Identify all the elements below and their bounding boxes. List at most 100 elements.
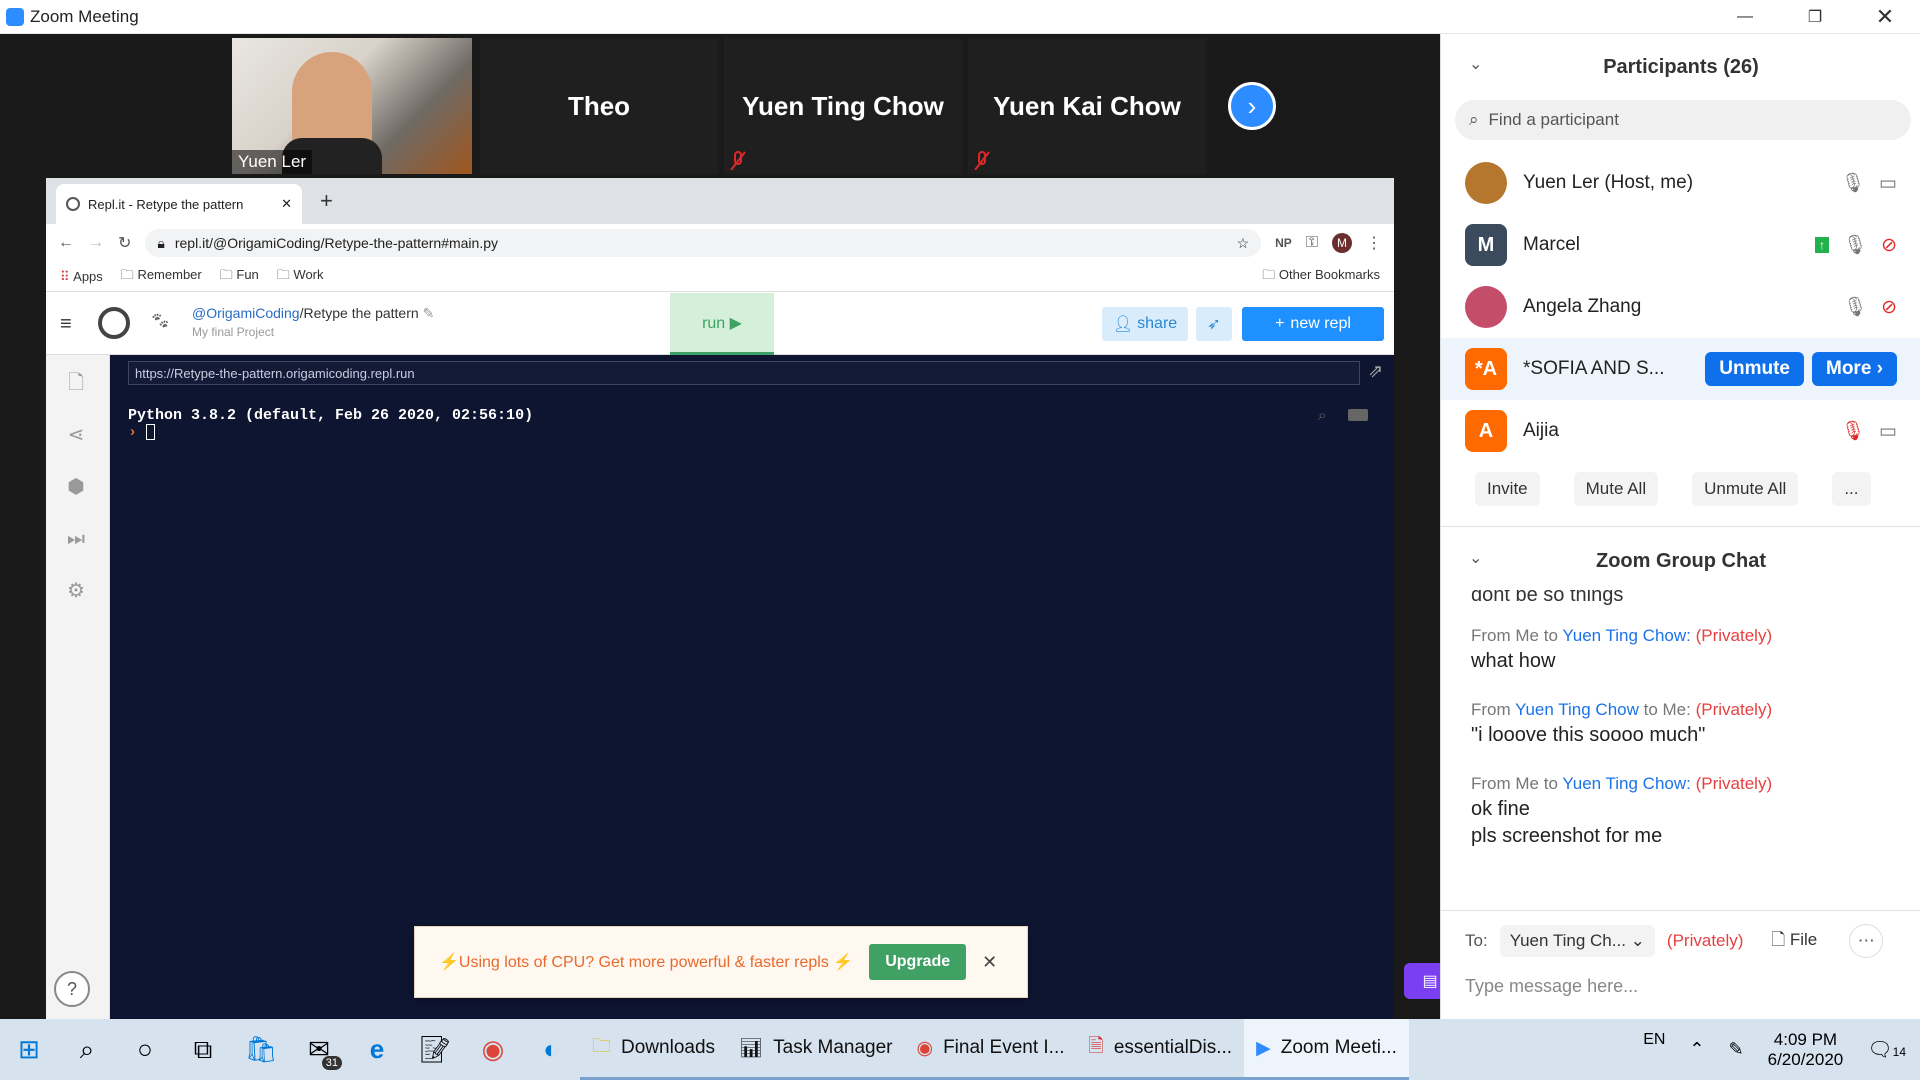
video-tile-yuen-kai-chow[interactable]: Yuen Kai Chow bbox=[968, 38, 1206, 174]
participant-row[interactable]: A Aijia 🎙︎ ▭ bbox=[1441, 400, 1920, 462]
participant-search[interactable]: ⌕ Find a participant bbox=[1455, 100, 1911, 140]
search-icon[interactable]: ⌕ bbox=[58, 1019, 116, 1080]
replit-logo-icon[interactable] bbox=[98, 307, 130, 339]
extension-np[interactable]: NP bbox=[1275, 236, 1292, 250]
rocket-button[interactable]: ➶ bbox=[1196, 307, 1232, 341]
close-banner-icon[interactable]: ✕ bbox=[982, 952, 997, 973]
tab-close-icon[interactable]: ✕ bbox=[281, 196, 292, 212]
address-bar[interactable]: 🔒︎ repl.it/@OrigamiCoding/Retype-the-pat… bbox=[145, 229, 1262, 257]
minimize-button[interactable]: — bbox=[1710, 0, 1780, 34]
close-button[interactable]: ✕ bbox=[1850, 0, 1920, 34]
console-url-field[interactable]: https://Retype-the-pattern.origamicoding… bbox=[128, 361, 1360, 385]
language-indicator[interactable]: EN bbox=[1643, 1031, 1665, 1049]
participant-row[interactable]: *A *SOFIA AND S... Unmute More › bbox=[1441, 338, 1920, 400]
bookmark-work[interactable]: 🗀 Work bbox=[277, 266, 324, 288]
bookmark-apps[interactable]: ⠿ Apps bbox=[60, 269, 103, 285]
mail-icon[interactable]: ✉ 31 bbox=[290, 1019, 348, 1080]
share-nodes-icon[interactable]: ⋖ bbox=[62, 421, 90, 449]
chevron-right-icon: › bbox=[1247, 90, 1257, 121]
video-icon[interactable]: ▭ bbox=[1879, 420, 1897, 443]
unmute-button[interactable]: Unmute bbox=[1705, 352, 1804, 386]
invite-button[interactable]: Invite bbox=[1475, 472, 1540, 506]
taskbar-pdf[interactable]: 🗎 essentialDis... bbox=[1076, 1019, 1245, 1080]
mic-icon[interactable]: 🎙︎ bbox=[1843, 233, 1867, 257]
video-off-icon[interactable]: ⊘ bbox=[1881, 234, 1897, 257]
forward-icon[interactable]: → bbox=[88, 234, 104, 252]
more-button[interactable]: More › bbox=[1812, 352, 1897, 386]
bookmark-remember[interactable]: 🗀 Remember bbox=[121, 266, 202, 288]
browser-tab[interactable]: Repl.it - Retype the pattern ✕ bbox=[56, 184, 302, 224]
mic-muted-icon[interactable]: 🎙︎ bbox=[1841, 419, 1865, 443]
chat-message: From Me to Yuen Ting Chow: (Privately) o… bbox=[1471, 774, 1773, 847]
run-button[interactable]: run ▶ bbox=[670, 293, 774, 355]
edit-pencil-icon[interactable]: ✎ bbox=[423, 305, 435, 321]
participants-more-button[interactable]: ... bbox=[1832, 472, 1871, 506]
key-icon[interactable]: ⚿ bbox=[1306, 234, 1318, 252]
bookmark-fun[interactable]: 🗀 Fun bbox=[220, 266, 259, 288]
avatar bbox=[1465, 286, 1507, 328]
other-bookmarks[interactable]: 🗀 Other Bookmarks bbox=[1262, 266, 1380, 288]
video-off-icon[interactable]: ⊘ bbox=[1881, 296, 1897, 319]
upgrade-button[interactable]: Upgrade bbox=[869, 944, 967, 980]
repl-user-link[interactable]: @OrigamiCoding bbox=[192, 305, 300, 321]
task-view-icon[interactable]: ⧉ bbox=[174, 1019, 232, 1080]
community-icon[interactable]: 🐾︎ bbox=[150, 311, 170, 331]
recipient-dropdown[interactable]: Yuen Ting Ch... ⌄ bbox=[1499, 925, 1655, 957]
chat-message-input[interactable]: Type message here... bbox=[1465, 976, 1638, 997]
clear-console-icon[interactable] bbox=[1348, 409, 1368, 421]
debugger-icon[interactable]: ⏭︎ bbox=[62, 525, 90, 553]
mute-all-button[interactable]: Mute All bbox=[1573, 472, 1659, 506]
taskbar-task-manager[interactable]: 📊︎ Task Manager bbox=[727, 1019, 905, 1080]
mic-icon[interactable]: 🎙︎ bbox=[1843, 295, 1867, 319]
window-title: Zoom Meeting bbox=[30, 7, 139, 26]
self-video-tile[interactable]: Yuen Ler bbox=[232, 38, 472, 174]
menu-icon[interactable]: ⋮ bbox=[1366, 233, 1382, 253]
file-button[interactable]: 🗋︎ File bbox=[1771, 927, 1817, 956]
participant-row[interactable]: Yuen Ler (Host, me) 🎙︎ ▭ bbox=[1441, 152, 1920, 214]
files-icon[interactable]: 🗋︎ bbox=[62, 369, 90, 397]
video-icon[interactable]: ▭ bbox=[1879, 172, 1897, 195]
packages-icon[interactable]: ⬢ bbox=[62, 473, 90, 501]
console-prompt: › bbox=[128, 424, 533, 441]
star-icon[interactable]: ☆ bbox=[1237, 235, 1250, 252]
taskbar-downloads[interactable]: 🗀 Downloads bbox=[580, 1019, 728, 1080]
restore-button[interactable]: ❐ bbox=[1780, 0, 1850, 34]
open-external-icon[interactable]: ⇗ bbox=[1368, 361, 1383, 382]
python-banner: Python 3.8.2 (default, Feb 26 2020, 02:5… bbox=[128, 407, 534, 424]
settings-gear-icon[interactable]: ⚙︎ bbox=[62, 577, 90, 605]
help-button[interactable]: ? bbox=[54, 971, 90, 1007]
notes-icon[interactable]: 📝︎ bbox=[406, 1019, 464, 1080]
back-icon[interactable]: ← bbox=[58, 234, 74, 252]
unmute-all-button[interactable]: Unmute All bbox=[1692, 472, 1799, 506]
bird-app-icon[interactable]: ◐ bbox=[522, 1019, 580, 1080]
taskbar-zoom[interactable]: ▶ Zoom Meeti... bbox=[1244, 1019, 1409, 1080]
clock[interactable]: 4:09 PM 6/20/2020 bbox=[1768, 1030, 1844, 1070]
pen-icon[interactable]: ✎ bbox=[1729, 1039, 1744, 1060]
profile-avatar[interactable]: M bbox=[1332, 233, 1352, 253]
participant-row[interactable]: M Marcel ↑ 🎙︎ ⊘ bbox=[1441, 214, 1920, 276]
reload-icon[interactable]: ↻ bbox=[118, 233, 131, 253]
taskbar-chrome[interactable]: ◉ Final Event I... bbox=[904, 1019, 1077, 1080]
chevron-up-icon[interactable]: ⌃ bbox=[1689, 1039, 1704, 1060]
new-tab-button[interactable]: + bbox=[320, 188, 333, 214]
new-repl-button[interactable]: + new repl bbox=[1242, 307, 1384, 341]
video-tile-theo[interactable]: Theo bbox=[480, 38, 718, 174]
participant-row[interactable]: Angela Zhang 🎙︎ ⊘ bbox=[1441, 276, 1920, 338]
windows-start-icon[interactable]: ⊞ bbox=[0, 1019, 58, 1080]
mic-icon[interactable]: 🎙︎ bbox=[1841, 171, 1865, 195]
chrome-icon[interactable]: ◉ bbox=[464, 1019, 522, 1080]
participant-name: Angela Zhang bbox=[1523, 296, 1642, 317]
next-page-button[interactable]: › bbox=[1228, 82, 1276, 130]
video-tile-yuen-ting-chow[interactable]: Yuen Ting Chow bbox=[724, 38, 962, 174]
cortana-icon[interactable]: ○ bbox=[116, 1019, 174, 1080]
chat-more-icon[interactable]: ⋯ bbox=[1849, 924, 1884, 958]
search-icon[interactable]: ⌕ bbox=[1318, 407, 1326, 424]
store-icon[interactable]: 🛍︎ bbox=[232, 1019, 290, 1080]
chat-messages[interactable]: dont be so things From Me to Yuen Ting C… bbox=[1441, 590, 1920, 910]
notifications-icon[interactable]: 🗨︎14 bbox=[1867, 1037, 1906, 1062]
hamburger-icon[interactable]: ≡ bbox=[60, 313, 72, 336]
share-button[interactable]: 👤︎ share bbox=[1102, 307, 1188, 341]
tile-name: Yuen Kai Chow bbox=[993, 90, 1181, 121]
repl-console[interactable]: https://Retype-the-pattern.origamicoding… bbox=[110, 355, 1456, 1020]
edge-icon[interactable]: e bbox=[348, 1019, 406, 1080]
